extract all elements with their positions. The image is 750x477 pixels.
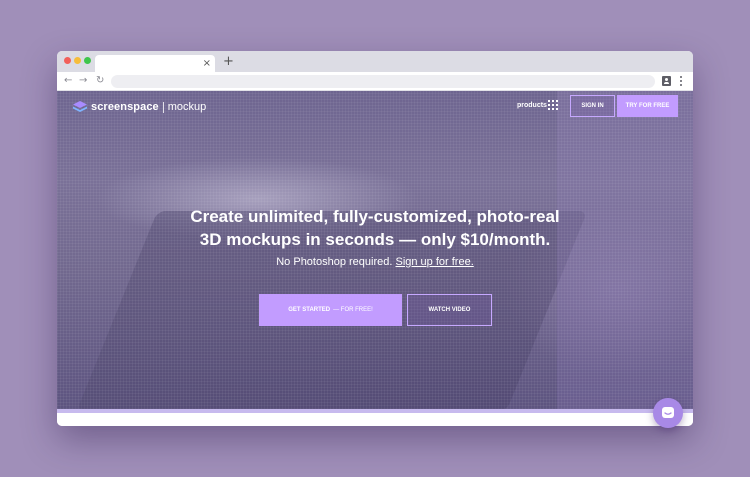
close-window-button[interactable]	[64, 57, 71, 64]
hero-subtitle: No Photoshop required. Sign up for free.	[125, 256, 625, 268]
get-started-button[interactable]: GET STARTED — FOR FREE!	[259, 294, 402, 326]
forward-arrow-icon[interactable]: →	[79, 74, 87, 88]
reload-icon[interactable]: ↻	[96, 74, 104, 88]
layers-icon	[73, 101, 87, 112]
hero-headline-line-1: Create unlimited, fully-customized, phot…	[190, 207, 560, 226]
tab-close-icon[interactable]: ×	[203, 56, 211, 71]
hero-section: screenspace mockup products SIGN IN TRY …	[57, 91, 693, 411]
watch-video-button[interactable]: WATCH VIDEO	[407, 294, 492, 326]
products-link[interactable]: products	[517, 102, 547, 109]
logo-separator	[162, 101, 164, 113]
site-logo[interactable]: screenspace mockup	[73, 100, 206, 114]
hero-headline-line-2: 3D mockups in seconds — only $10/month.	[199, 230, 551, 249]
sign-up-link[interactable]: Sign up for free.	[395, 256, 473, 268]
sign-in-button[interactable]: SIGN IN	[570, 95, 615, 117]
browser-toolbar: ← → ↻	[57, 72, 693, 91]
hero-headline: Create unlimited, fully-customized, phot…	[125, 205, 625, 251]
kebab-menu-icon[interactable]	[680, 76, 682, 86]
chat-icon	[662, 407, 674, 418]
maximize-window-button[interactable]	[84, 57, 91, 64]
hero-subtitle-text: No Photoshop required.	[276, 256, 393, 268]
below-fold-area	[57, 413, 693, 426]
profile-icon[interactable]	[662, 76, 671, 86]
new-tab-button[interactable]: +	[223, 54, 234, 69]
tab-bar: × +	[57, 51, 693, 72]
logo-brand-text: screenspace	[91, 101, 159, 113]
minimize-window-button[interactable]	[74, 57, 81, 64]
grid-icon[interactable]	[548, 100, 558, 110]
address-bar[interactable]	[111, 75, 655, 88]
get-started-label: GET STARTED	[288, 307, 331, 313]
web-page: screenspace mockup products SIGN IN TRY …	[57, 91, 693, 426]
chat-button[interactable]	[653, 398, 683, 428]
browser-tab[interactable]: ×	[95, 55, 215, 72]
logo-product-text: mockup	[167, 101, 207, 113]
try-for-free-button[interactable]: TRY FOR FREE	[617, 95, 678, 117]
get-started-suffix: — FOR FREE!	[333, 307, 373, 313]
back-arrow-icon[interactable]: ←	[64, 74, 72, 88]
browser-window: × + ← → ↻ screenspace mockup products SI…	[57, 51, 693, 426]
